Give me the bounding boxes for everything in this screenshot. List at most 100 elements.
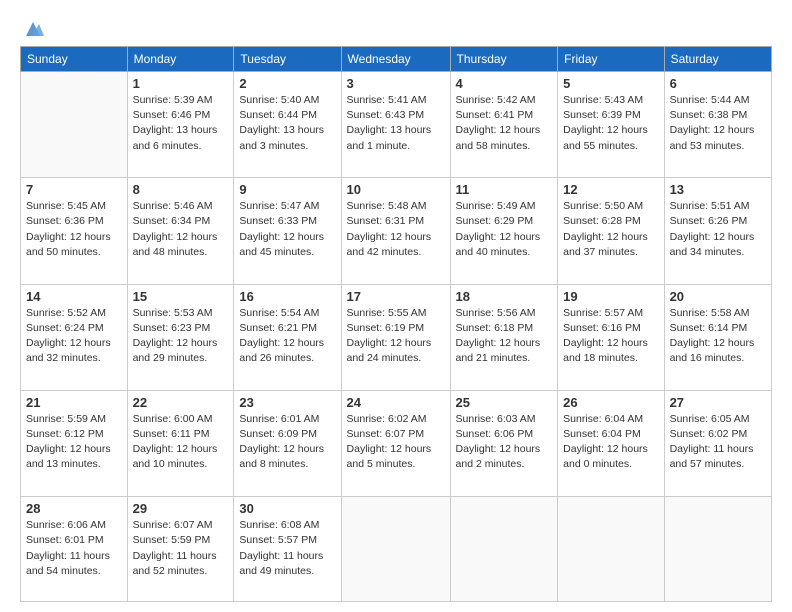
calendar-cell: 30 Sunrise: 6:08 AMSunset: 5:57 PMDayligh… [234,497,341,602]
calendar-cell: 17 Sunrise: 5:55 AMSunset: 6:19 PMDayligh… [341,284,450,390]
day-info: Sunrise: 5:40 AMSunset: 6:44 PMDaylight:… [239,93,335,154]
day-number: 3 [347,76,445,91]
day-info: Sunrise: 5:42 AMSunset: 6:41 PMDaylight:… [456,93,553,154]
day-info: Sunrise: 5:48 AMSunset: 6:31 PMDaylight:… [347,199,445,260]
calendar-cell: 16 Sunrise: 5:54 AMSunset: 6:21 PMDayligh… [234,284,341,390]
calendar-cell: 2 Sunrise: 5:40 AMSunset: 6:44 PMDaylight… [234,72,341,178]
calendar-cell: 11 Sunrise: 5:49 AMSunset: 6:29 PMDayligh… [450,178,558,284]
day-number: 15 [133,289,229,304]
day-number: 30 [239,501,335,516]
calendar-cell: 20 Sunrise: 5:58 AMSunset: 6:14 PMDayligh… [664,284,771,390]
day-number: 4 [456,76,553,91]
day-number: 19 [563,289,658,304]
day-number: 25 [456,395,553,410]
calendar-cell: 3 Sunrise: 5:41 AMSunset: 6:43 PMDaylight… [341,72,450,178]
day-number: 20 [670,289,766,304]
calendar-cell: 26 Sunrise: 6:04 AMSunset: 6:04 PMDayligh… [558,390,664,496]
day-info: Sunrise: 6:04 AMSunset: 6:04 PMDaylight:… [563,412,658,473]
day-number: 2 [239,76,335,91]
day-info: Sunrise: 5:49 AMSunset: 6:29 PMDaylight:… [456,199,553,260]
day-info: Sunrise: 5:54 AMSunset: 6:21 PMDaylight:… [239,306,335,367]
weekday-header: Tuesday [234,47,341,72]
day-info: Sunrise: 6:06 AMSunset: 6:01 PMDaylight:… [26,518,122,579]
day-number: 6 [670,76,766,91]
calendar-cell: 12Sunrise: 5:50 AMSunset: 6:28 PMDayligh… [558,178,664,284]
calendar-cell: 25 Sunrise: 6:03 AMSunset: 6:06 PMDayligh… [450,390,558,496]
day-info: Sunrise: 6:01 AMSunset: 6:09 PMDaylight:… [239,412,335,473]
calendar-cell: 10 Sunrise: 5:48 AMSunset: 6:31 PMDayligh… [341,178,450,284]
calendar-cell: 13 Sunrise: 5:51 AMSunset: 6:26 PMDayligh… [664,178,771,284]
day-info: Sunrise: 5:59 AMSunset: 6:12 PMDaylight:… [26,412,122,473]
calendar-cell: 21 Sunrise: 5:59 AMSunset: 6:12 PMDayligh… [21,390,128,496]
logo-icon [22,18,44,40]
weekday-header: Thursday [450,47,558,72]
day-number: 11 [456,182,553,197]
calendar-cell [21,72,128,178]
logo [20,18,44,38]
weekday-header: Wednesday [341,47,450,72]
calendar-cell [450,497,558,602]
weekday-header: Monday [127,47,234,72]
day-number: 27 [670,395,766,410]
calendar-cell: 28 Sunrise: 6:06 AMSunset: 6:01 PMDayligh… [21,497,128,602]
day-number: 9 [239,182,335,197]
day-number: 18 [456,289,553,304]
day-info: Sunrise: 5:43 AMSunset: 6:39 PMDaylight:… [563,93,658,154]
calendar-cell [341,497,450,602]
day-info: Sunrise: 6:00 AMSunset: 6:11 PMDaylight:… [133,412,229,473]
calendar-cell: 8 Sunrise: 5:46 AMSunset: 6:34 PMDaylight… [127,178,234,284]
day-number: 24 [347,395,445,410]
day-info: Sunrise: 5:56 AMSunset: 6:18 PMDaylight:… [456,306,553,367]
calendar-cell: 24Sunrise: 6:02 AMSunset: 6:07 PMDayligh… [341,390,450,496]
calendar-cell: 29Sunrise: 6:07 AMSunset: 5:59 PMDayligh… [127,497,234,602]
day-number: 21 [26,395,122,410]
day-info: Sunrise: 6:03 AMSunset: 6:06 PMDaylight:… [456,412,553,473]
day-info: Sunrise: 5:41 AMSunset: 6:43 PMDaylight:… [347,93,445,154]
day-info: Sunrise: 5:47 AMSunset: 6:33 PMDaylight:… [239,199,335,260]
day-info: Sunrise: 6:05 AMSunset: 6:02 PMDaylight:… [670,412,766,473]
day-number: 10 [347,182,445,197]
day-number: 7 [26,182,122,197]
day-number: 22 [133,395,229,410]
day-info: Sunrise: 6:08 AMSunset: 5:57 PMDaylight:… [239,518,335,579]
calendar-cell: 15 Sunrise: 5:53 AMSunset: 6:23 PMDayligh… [127,284,234,390]
day-info: Sunrise: 5:58 AMSunset: 6:14 PMDaylight:… [670,306,766,367]
day-number: 28 [26,501,122,516]
day-number: 13 [670,182,766,197]
calendar-cell [664,497,771,602]
calendar-cell [558,497,664,602]
calendar-cell: 22 Sunrise: 6:00 AMSunset: 6:11 PMDayligh… [127,390,234,496]
day-number: 5 [563,76,658,91]
day-number: 14 [26,289,122,304]
day-number: 16 [239,289,335,304]
calendar-cell: 14 Sunrise: 5:52 AMSunset: 6:24 PMDayligh… [21,284,128,390]
day-info: Sunrise: 5:51 AMSunset: 6:26 PMDaylight:… [670,199,766,260]
day-number: 23 [239,395,335,410]
day-number: 12 [563,182,658,197]
day-info: Sunrise: 5:53 AMSunset: 6:23 PMDaylight:… [133,306,229,367]
day-number: 1 [133,76,229,91]
page: SundayMondayTuesdayWednesdayThursdayFrid… [0,0,792,612]
day-info: Sunrise: 5:39 AMSunset: 6:46 PMDaylight:… [133,93,229,154]
day-info: Sunrise: 5:46 AMSunset: 6:34 PMDaylight:… [133,199,229,260]
day-info: Sunrise: 6:07 AMSunset: 5:59 PMDaylight:… [133,518,229,579]
day-number: 8 [133,182,229,197]
calendar-cell: 23 Sunrise: 6:01 AMSunset: 6:09 PMDayligh… [234,390,341,496]
calendar-table: SundayMondayTuesdayWednesdayThursdayFrid… [20,46,772,602]
calendar-cell: 7 Sunrise: 5:45 AMSunset: 6:36 PMDaylight… [21,178,128,284]
calendar-cell: 5 Sunrise: 5:43 AMSunset: 6:39 PMDaylight… [558,72,664,178]
calendar-cell: 18 Sunrise: 5:56 AMSunset: 6:18 PMDayligh… [450,284,558,390]
calendar-cell: 1 Sunrise: 5:39 AMSunset: 6:46 PMDaylight… [127,72,234,178]
weekday-header: Friday [558,47,664,72]
day-info: Sunrise: 5:52 AMSunset: 6:24 PMDaylight:… [26,306,122,367]
day-number: 26 [563,395,658,410]
day-number: 17 [347,289,445,304]
day-info: Sunrise: 5:55 AMSunset: 6:19 PMDaylight:… [347,306,445,367]
weekday-header: Sunday [21,47,128,72]
calendar-cell: 27 Sunrise: 6:05 AMSunset: 6:02 PMDayligh… [664,390,771,496]
calendar-cell: 4 Sunrise: 5:42 AMSunset: 6:41 PMDaylight… [450,72,558,178]
day-info: Sunrise: 5:57 AMSunset: 6:16 PMDaylight:… [563,306,658,367]
day-info: Sunrise: 5:45 AMSunset: 6:36 PMDaylight:… [26,199,122,260]
calendar-cell: 19 Sunrise: 5:57 AMSunset: 6:16 PMDayligh… [558,284,664,390]
calendar-cell: 9 Sunrise: 5:47 AMSunset: 6:33 PMDaylight… [234,178,341,284]
